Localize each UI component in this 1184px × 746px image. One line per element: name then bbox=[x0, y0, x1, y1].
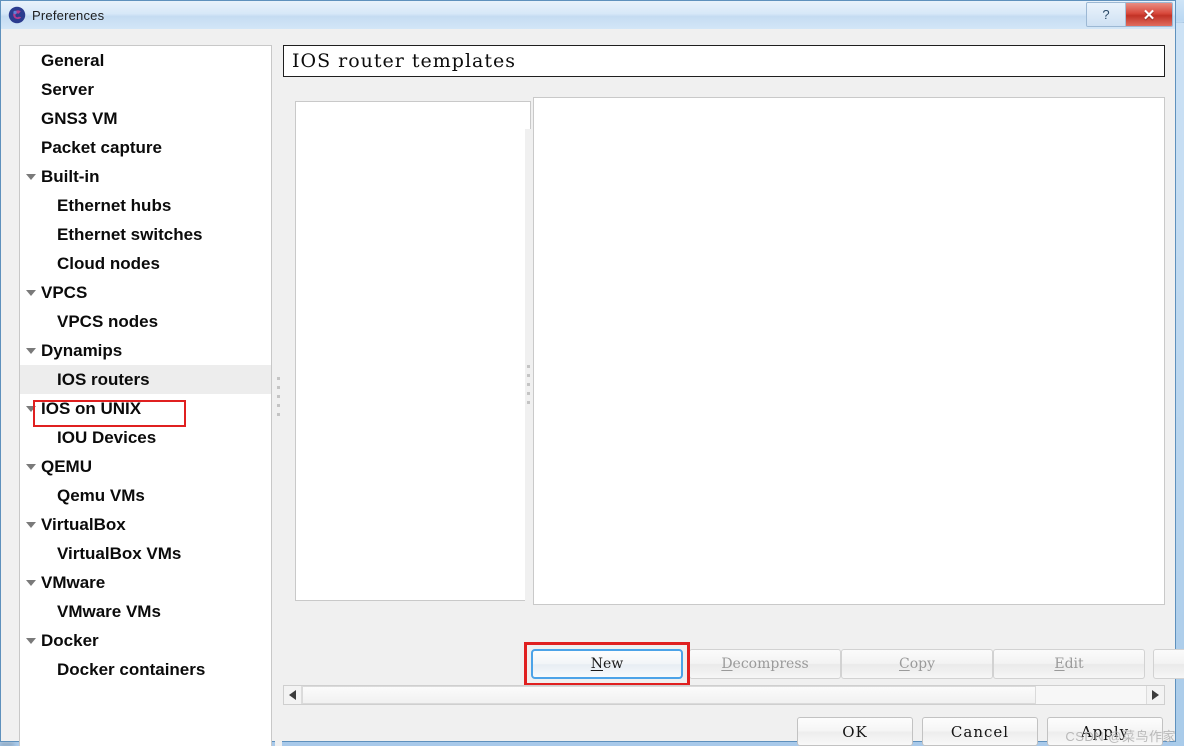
apply-button[interactable]: Apply bbox=[1047, 717, 1163, 746]
dialog-body: General Server GNS3 VM Packet capture Built-… bbox=[1, 29, 1184, 746]
window-buttons: ? ✕ bbox=[1086, 2, 1173, 27]
chevron-down-icon[interactable] bbox=[26, 580, 36, 586]
sidebar-item-ethernet-hubs[interactable]: Ethernet hubs bbox=[20, 191, 271, 220]
chevron-down-icon[interactable] bbox=[26, 348, 36, 354]
sidebar-item-virtualbox[interactable]: VirtualBox bbox=[20, 510, 271, 539]
sidebar-item-label: IOS on UNIX bbox=[41, 398, 142, 418]
preferences-dialog: Preferences ? ✕ General Server GNS3 VM Pack… bbox=[0, 0, 1184, 746]
sidebar-item-label: VPCS nodes bbox=[57, 311, 159, 331]
chevron-down-icon[interactable] bbox=[26, 464, 36, 470]
chevron-down-icon[interactable] bbox=[26, 638, 36, 644]
help-button[interactable]: ? bbox=[1087, 3, 1126, 26]
sidebar-item-iou-devices[interactable]: IOU Devices bbox=[20, 423, 271, 452]
sidebar-item-packet-capture[interactable]: Packet capture bbox=[20, 133, 271, 162]
dialog-footer: OK Cancel Apply bbox=[283, 717, 1167, 746]
sidebar-item-server[interactable]: Server bbox=[20, 75, 271, 104]
dialog-title: Preferences bbox=[32, 7, 105, 23]
sidebar-item-qemu-vms[interactable]: Qemu VMs bbox=[20, 481, 271, 510]
template-detail-list[interactable] bbox=[533, 97, 1165, 605]
section-header: IOS router templates bbox=[283, 45, 1165, 77]
gns3-logo-icon bbox=[8, 6, 26, 24]
sidebar-item-label: VMware VMs bbox=[57, 601, 161, 621]
sidebar-item-label: Cloud nodes bbox=[57, 253, 160, 273]
scroll-left-icon[interactable] bbox=[284, 686, 302, 704]
decompress-button-label: Decompress bbox=[721, 656, 809, 672]
template-action-buttons: New Decompress Copy Edit bbox=[283, 642, 1184, 686]
tree-content-splitter[interactable] bbox=[275, 45, 282, 746]
sidebar-item-general[interactable]: General bbox=[20, 46, 271, 75]
sidebar-item-label: VirtualBox VMs bbox=[57, 543, 182, 563]
cancel-button[interactable]: Cancel bbox=[922, 717, 1038, 746]
copy-button[interactable]: Copy bbox=[841, 649, 993, 679]
sidebar-item-label: Ethernet hubs bbox=[57, 195, 172, 215]
horizontal-scrollbar[interactable] bbox=[283, 685, 1165, 705]
sidebar-item-vmware-vms[interactable]: VMware VMs bbox=[20, 597, 271, 626]
preferences-tree[interactable]: General Server GNS3 VM Packet capture Built-… bbox=[19, 45, 272, 746]
chevron-down-icon[interactable] bbox=[26, 174, 36, 180]
sidebar-item-vpcs-nodes[interactable]: VPCS nodes bbox=[20, 307, 271, 336]
sidebar-item-label: Server bbox=[41, 79, 94, 99]
sidebar-item-vpcs[interactable]: VPCS bbox=[20, 278, 271, 307]
sidebar-item-virtualbox-vms[interactable]: VirtualBox VMs bbox=[20, 539, 271, 568]
sidebar-item-label: General bbox=[41, 50, 105, 70]
chevron-down-icon[interactable] bbox=[26, 290, 36, 296]
edit-button[interactable]: Edit bbox=[993, 649, 1145, 679]
copy-button-label: Copy bbox=[898, 656, 936, 672]
sidebar-item-label: IOS routers bbox=[57, 369, 150, 389]
sidebar-item-ios-on-unix[interactable]: IOS on UNIX bbox=[20, 394, 271, 423]
new-button[interactable]: New bbox=[531, 649, 683, 679]
chevron-down-icon[interactable] bbox=[26, 406, 36, 412]
sidebar-item-docker[interactable]: Docker bbox=[20, 626, 271, 655]
sidebar-item-built-in[interactable]: Built-in bbox=[20, 162, 271, 191]
sidebar-item-qemu[interactable]: QEMU bbox=[20, 452, 271, 481]
scrollbar-thumb[interactable] bbox=[302, 686, 1037, 704]
sidebar-item-label: Ethernet switches bbox=[57, 224, 203, 244]
edit-button-label: Edit bbox=[1054, 656, 1084, 672]
decompress-button[interactable]: Decompress bbox=[689, 649, 841, 679]
sidebar-item-vmware[interactable]: VMware bbox=[20, 568, 271, 597]
sidebar-item-docker-containers[interactable]: Docker containers bbox=[20, 655, 271, 684]
sidebar-item-dynamips[interactable]: Dynamips bbox=[20, 336, 271, 365]
sidebar-item-gns3-vm[interactable]: GNS3 VM bbox=[20, 104, 271, 133]
chevron-down-icon[interactable] bbox=[26, 522, 36, 528]
clipped-button[interactable] bbox=[1153, 649, 1184, 679]
new-button-label: New bbox=[590, 656, 624, 672]
content-area: IOS router templates New Decompress Copy bbox=[283, 45, 1184, 746]
sidebar-item-label: GNS3 VM bbox=[41, 108, 118, 128]
scroll-right-icon[interactable] bbox=[1146, 686, 1164, 704]
sidebar-item-ios-routers[interactable]: IOS routers bbox=[20, 365, 271, 394]
dialog-titlebar: Preferences ? ✕ bbox=[1, 1, 1175, 30]
screenshot-root: ControlNodeAnnotateToolsHelp Preferences… bbox=[0, 0, 1184, 746]
sidebar-item-cloud-nodes[interactable]: Cloud nodes bbox=[20, 249, 271, 278]
sidebar-item-label: IOU Devices bbox=[57, 427, 157, 447]
scrollbar-track[interactable] bbox=[302, 686, 1146, 704]
sidebar-item-label: Docker containers bbox=[57, 659, 206, 679]
close-icon[interactable]: ✕ bbox=[1126, 3, 1172, 26]
sidebar-item-ethernet-switches[interactable]: Ethernet switches bbox=[20, 220, 271, 249]
template-category-list[interactable] bbox=[295, 101, 531, 601]
sidebar-item-label: Packet capture bbox=[41, 137, 162, 157]
ok-button[interactable]: OK bbox=[797, 717, 913, 746]
sidebar-item-label: Qemu VMs bbox=[57, 485, 145, 505]
list-splitter[interactable] bbox=[525, 129, 532, 639]
